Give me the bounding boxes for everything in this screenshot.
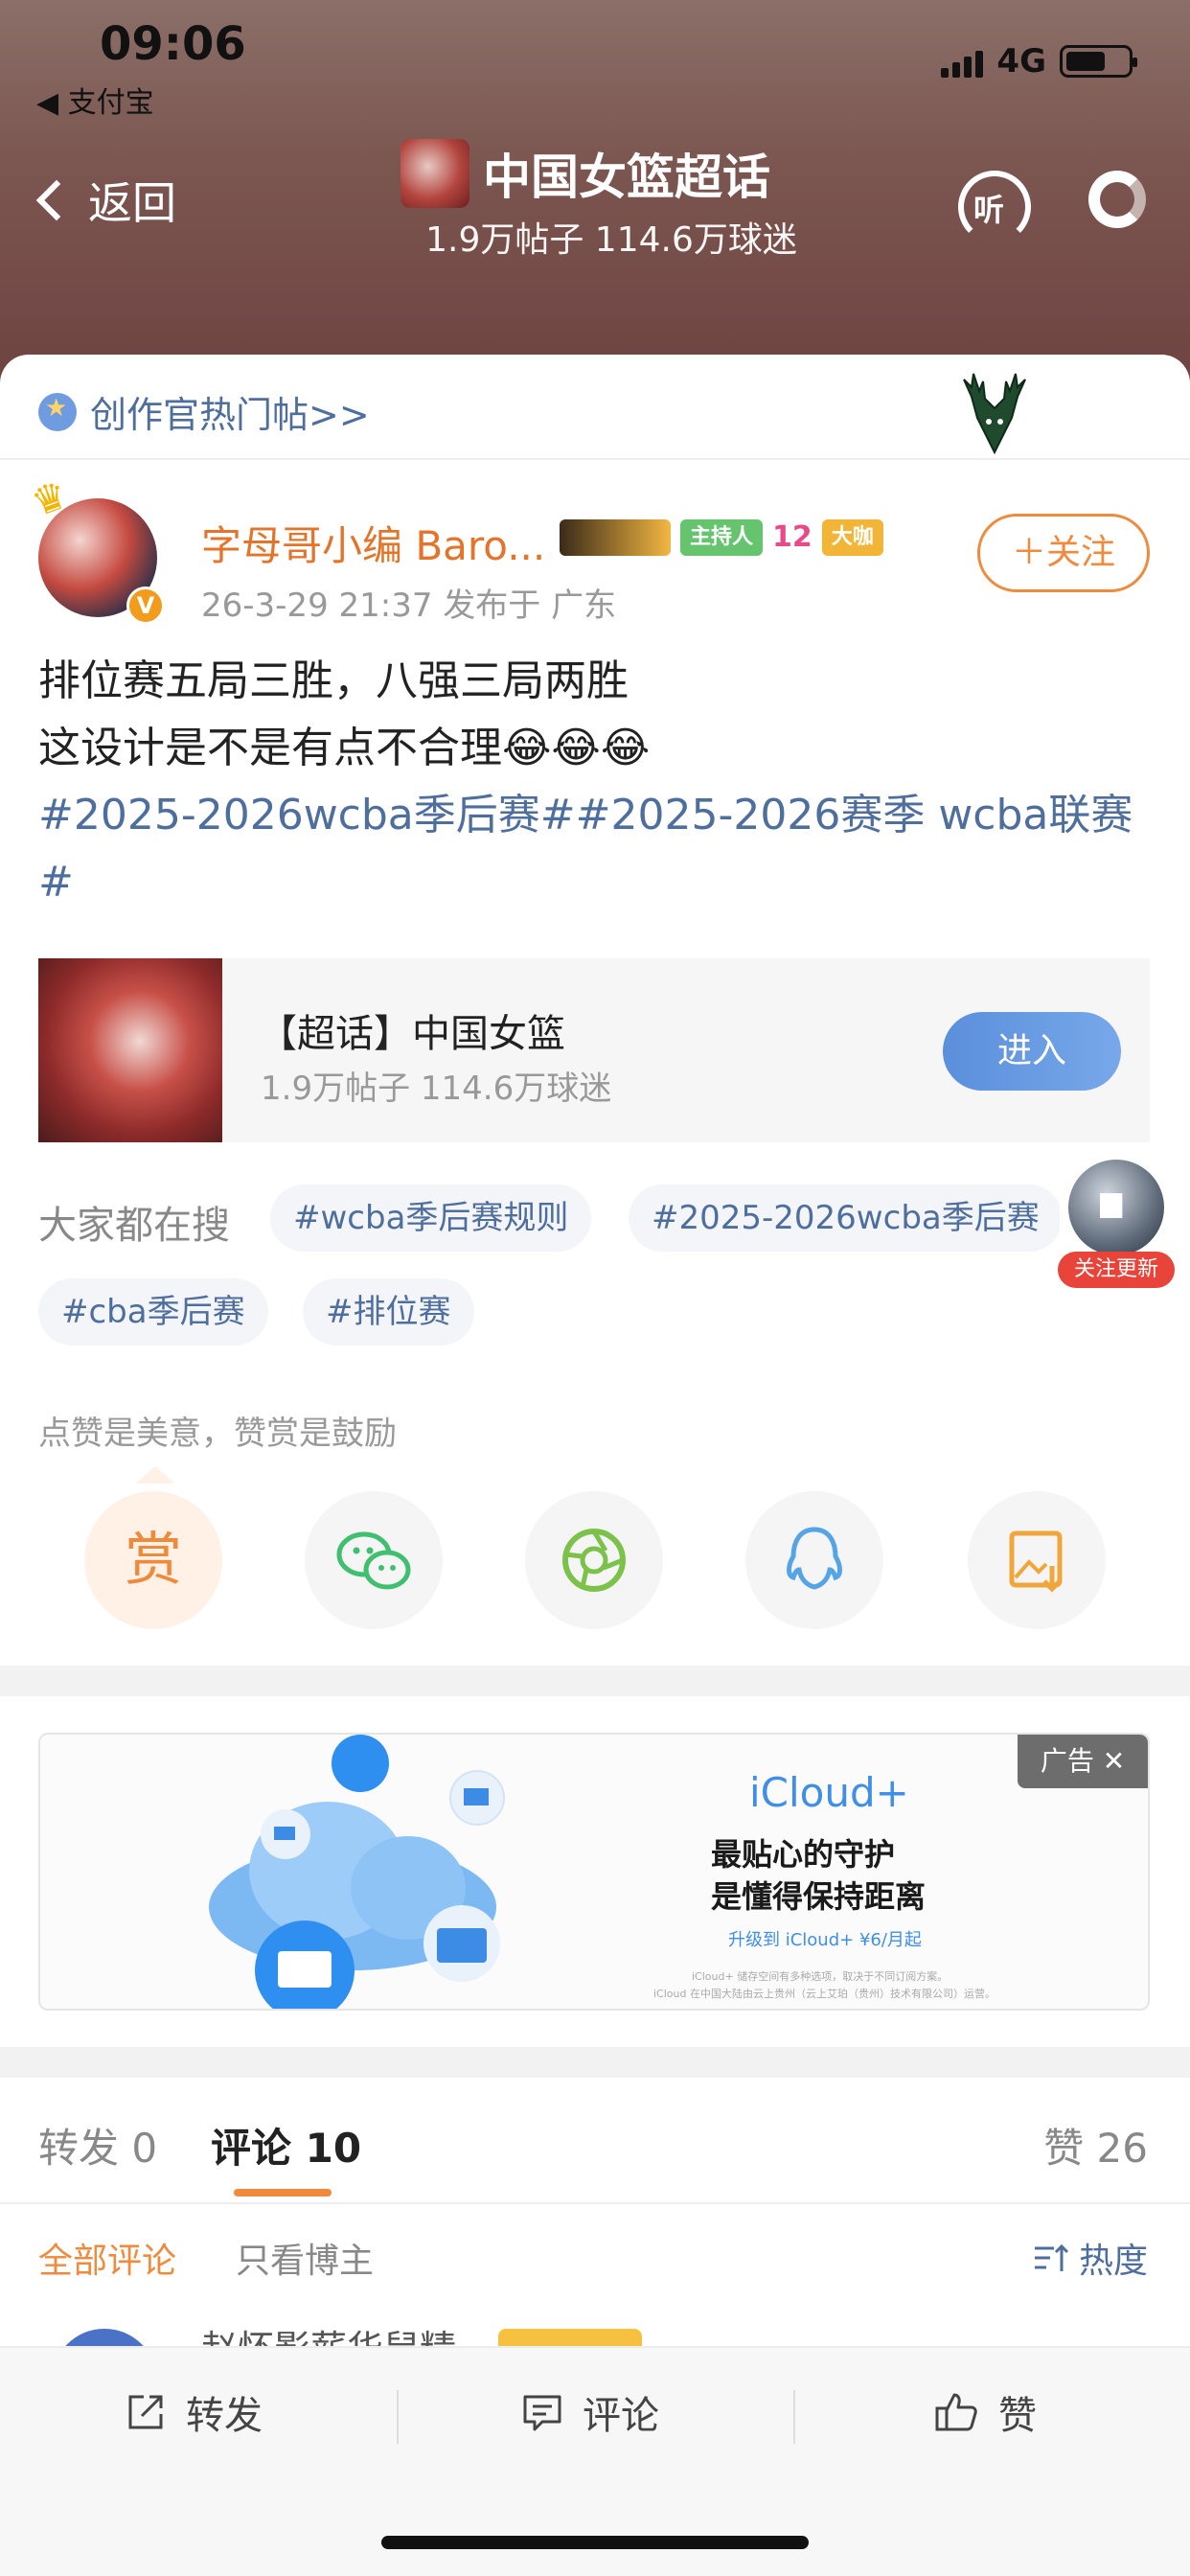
home-indicator[interactable]	[381, 2536, 809, 2549]
gem-level-badge[interactable]: 12	[772, 519, 812, 556]
topic-card-title: 【超话】中国女篮	[259, 1012, 565, 1056]
ad-fineprint: iCloud 在中国大陆由云上贵州（云上艾珀（贵州）技术有限公司）运营。	[653, 1988, 995, 2000]
reward-hint: 点赞是美意，赞赏是鼓励	[38, 1414, 397, 1453]
reward-pointer	[136, 1466, 174, 1484]
trending-label: 大家都在搜	[38, 1204, 230, 1248]
ad-card[interactable]: 广告 ✕ iCloud+ 最贴心的守护 是懂得保持距离 升级到 iCloud+ …	[38, 1733, 1150, 2011]
sort-label: 热度	[1078, 2242, 1148, 2281]
topic-stats: 1.9万帖子 114.6万球迷	[425, 220, 797, 260]
back-label: 返回	[88, 177, 176, 229]
enter-button[interactable]: 进入	[943, 1012, 1121, 1091]
like-button[interactable]: 赞	[933, 2384, 1037, 2440]
ad-cta: 升级到 iCloud+ ¥6/月起	[728, 1930, 922, 1950]
battery-icon	[1060, 45, 1137, 78]
share-out-icon	[128, 2395, 163, 2429]
follow-button[interactable]: ＋关注	[977, 514, 1150, 592]
share-row: 赏	[0, 1491, 1190, 1629]
tab-comments[interactable]: 评论 10	[211, 2116, 361, 2174]
chevron-left-icon	[35, 179, 78, 221]
comment-button[interactable]: 评论	[521, 2384, 659, 2440]
ad-close-button[interactable]: 广告 ✕	[1018, 1735, 1148, 1788]
topic-card[interactable]: 【超话】中国女篮 1.9万帖子 114.6万球迷 进入	[38, 958, 1150, 1142]
divider	[397, 2390, 399, 2444]
author-badges: 主持人 12 大咖	[560, 519, 883, 556]
post-meta: 26-3-29 21:37 发布于 广东	[201, 586, 617, 625]
topic-title-block: 中国女篮超话 1.9万帖子 114.6万球迷	[400, 139, 822, 262]
interaction-tabs: 转发 0 评论 10 赞 26	[0, 2080, 1190, 2204]
active-tab-indicator	[234, 2189, 332, 2196]
follow-updates-label: 关注更新	[1058, 1252, 1175, 1288]
deer-logo-icon	[963, 373, 1026, 454]
page-title: 中国女篮超话	[483, 150, 770, 205]
wechat-icon	[336, 1531, 411, 1590]
back-button[interactable]: 返回	[31, 169, 176, 232]
hot-posts-link[interactable]: 创作官热门帖>>	[38, 385, 370, 438]
topic-card-stats: 1.9万帖子 114.6万球迷	[261, 1070, 612, 1108]
save-image-button[interactable]	[968, 1491, 1106, 1629]
sort-button[interactable]: 热度	[1031, 2233, 1148, 2283]
verified-badge-icon: V	[126, 586, 165, 625]
tab-repost[interactable]: 转发 0	[38, 2116, 157, 2174]
bigshot-badge[interactable]: 大咖	[821, 519, 883, 556]
search-chip-clip: #2025-2026wcba季后赛	[629, 1184, 1060, 1252]
filter-op-only[interactable]: 只看博主	[236, 2233, 374, 2283]
filter-all-comments[interactable]: 全部评论	[38, 2233, 176, 2283]
topic-avatar	[400, 139, 469, 208]
qq-icon	[787, 1527, 842, 1590]
post-hashtags[interactable]: #2025-2026wcba季后赛##2025-2026赛季 wcba联赛#	[38, 782, 1159, 916]
thumbs-up-icon	[935, 2393, 977, 2431]
moments-icon	[562, 1529, 626, 1592]
search-chip[interactable]: #wcba季后赛规则	[270, 1184, 592, 1252]
comment-label: 评论	[583, 2394, 659, 2438]
post-line: 排位赛五局三胜，八强三局两胜	[38, 656, 629, 705]
search-chip[interactable]: #2025-2026wcba季后赛	[629, 1184, 1060, 1252]
icloud-illustration-icon	[209, 1735, 505, 2009]
post-line: 这设计是不是有点不合理😂😂😂	[38, 724, 651, 772]
status-time: 09:06	[100, 17, 246, 71]
save-image-icon	[1009, 1530, 1063, 1593]
status-back-to-app[interactable]: ◀ 支付宝	[36, 79, 154, 121]
hot-posts-label: 创作官热门帖>>	[90, 394, 370, 436]
search-chip[interactable]: #cba季后赛	[38, 1278, 268, 1346]
share-qq-button[interactable]	[745, 1491, 883, 1629]
author-name[interactable]: 字母哥小编 Baro...	[201, 514, 545, 572]
listen-button[interactable]: 听	[958, 171, 1031, 243]
ad-title: iCloud+	[749, 1769, 909, 1816]
signal-icon	[941, 45, 984, 78]
comment-icon	[523, 2395, 561, 2431]
loading-icon	[1088, 171, 1146, 228]
share-moments-button[interactable]	[525, 1491, 663, 1629]
section-gap	[0, 1666, 1190, 1696]
divider	[0, 2202, 1190, 2204]
topic-thumbnail	[38, 958, 222, 1142]
tab-likes[interactable]: 赞 26	[1043, 2116, 1148, 2174]
divider	[793, 2390, 795, 2444]
ad-headline: 是懂得保持距离	[711, 1878, 927, 1915]
repost-label: 转发	[186, 2394, 263, 2438]
network-label: 4G	[996, 42, 1046, 80]
author-avatar[interactable]: ♛ V	[26, 472, 165, 625]
repost-button[interactable]: 转发	[125, 2384, 263, 2440]
reward-button[interactable]: 赏	[84, 1491, 222, 1629]
section-gap	[0, 2047, 1190, 2078]
level-crown-badge-icon[interactable]	[560, 519, 671, 556]
share-wechat-button[interactable]	[305, 1491, 443, 1629]
ad-headline: 最贴心的守护	[711, 1836, 896, 1873]
host-badge[interactable]: 主持人	[680, 519, 764, 556]
creator-star-icon	[38, 392, 77, 431]
listen-label: 听	[973, 192, 1005, 228]
like-label: 赞	[998, 2394, 1037, 2438]
reward-label: 赏	[125, 1527, 182, 1594]
search-chip[interactable]: #排位赛	[303, 1278, 474, 1346]
status-indicators: 4G	[941, 42, 1137, 80]
sort-icon	[1034, 2243, 1069, 2271]
post-body: 排位赛五局三胜，八强三局两胜 这设计是不是有点不合理😂😂😂	[38, 648, 1150, 782]
follow-updates-float[interactable]: 关注更新	[1054, 1156, 1179, 1290]
playing-avatar-icon	[1064, 1156, 1168, 1259]
ad-fineprint: iCloud+ 储存空间有多种选项，取决于不同订阅方案。	[692, 1970, 949, 1983]
divider	[0, 458, 1190, 460]
